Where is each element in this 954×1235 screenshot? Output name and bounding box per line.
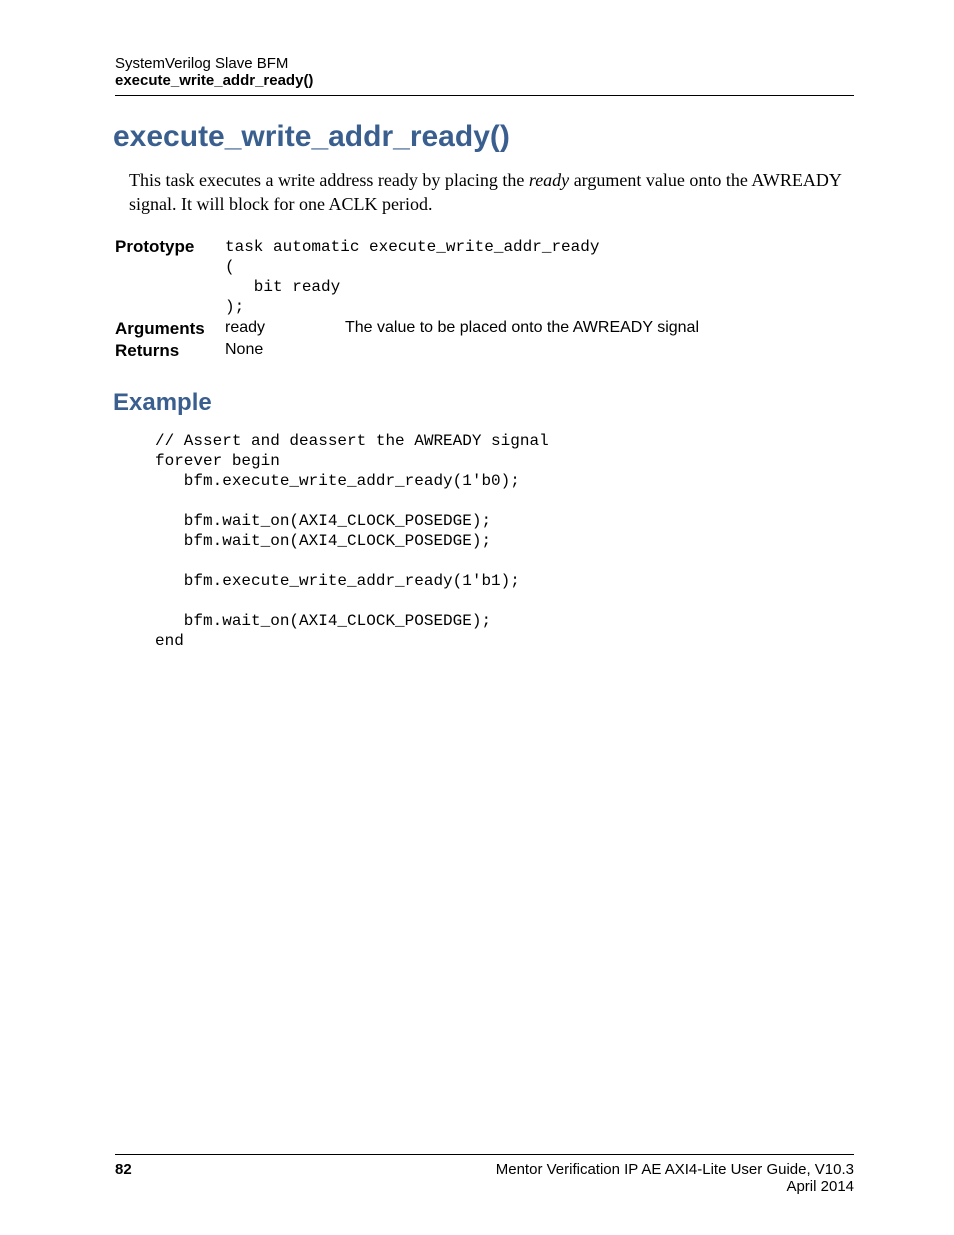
prototype-label: Prototype bbox=[115, 237, 225, 257]
page-header: SystemVerilog Slave BFM execute_write_ad… bbox=[115, 55, 854, 96]
footer-date: April 2014 bbox=[496, 1178, 854, 1195]
page-title: execute_write_addr_ready() bbox=[113, 120, 854, 154]
argument-name: ready bbox=[225, 319, 345, 337]
returns-row: Returns None bbox=[115, 341, 854, 361]
page-number: 82 bbox=[115, 1161, 132, 1195]
desc-italic: ready bbox=[529, 170, 569, 190]
header-chapter: SystemVerilog Slave BFM bbox=[115, 55, 854, 72]
footer-divider bbox=[115, 1154, 854, 1155]
description-paragraph: This task executes a write address ready… bbox=[129, 168, 854, 217]
header-topic: execute_write_addr_ready() bbox=[115, 72, 854, 89]
header-divider bbox=[115, 95, 854, 96]
page-footer: 82 Mentor Verification IP AE AXI4-Lite U… bbox=[115, 1154, 854, 1195]
prototype-code: task automatic execute_write_addr_ready … bbox=[225, 237, 854, 317]
arguments-label: Arguments bbox=[115, 319, 225, 339]
argument-description: The value to be placed onto the AWREADY … bbox=[345, 319, 699, 337]
footer-guide-title: Mentor Verification IP AE AXI4-Lite User… bbox=[496, 1161, 854, 1178]
desc-text-1: This task executes a write address ready… bbox=[129, 170, 529, 190]
returns-label: Returns bbox=[115, 341, 225, 361]
arguments-row: Arguments ready The value to be placed o… bbox=[115, 319, 854, 339]
definition-section: Prototype task automatic execute_write_a… bbox=[115, 237, 854, 361]
example-code-block: // Assert and deassert the AWREADY signa… bbox=[155, 431, 854, 651]
prototype-row: Prototype task automatic execute_write_a… bbox=[115, 237, 854, 317]
example-heading: Example bbox=[113, 389, 854, 417]
returns-value: None bbox=[225, 341, 854, 359]
